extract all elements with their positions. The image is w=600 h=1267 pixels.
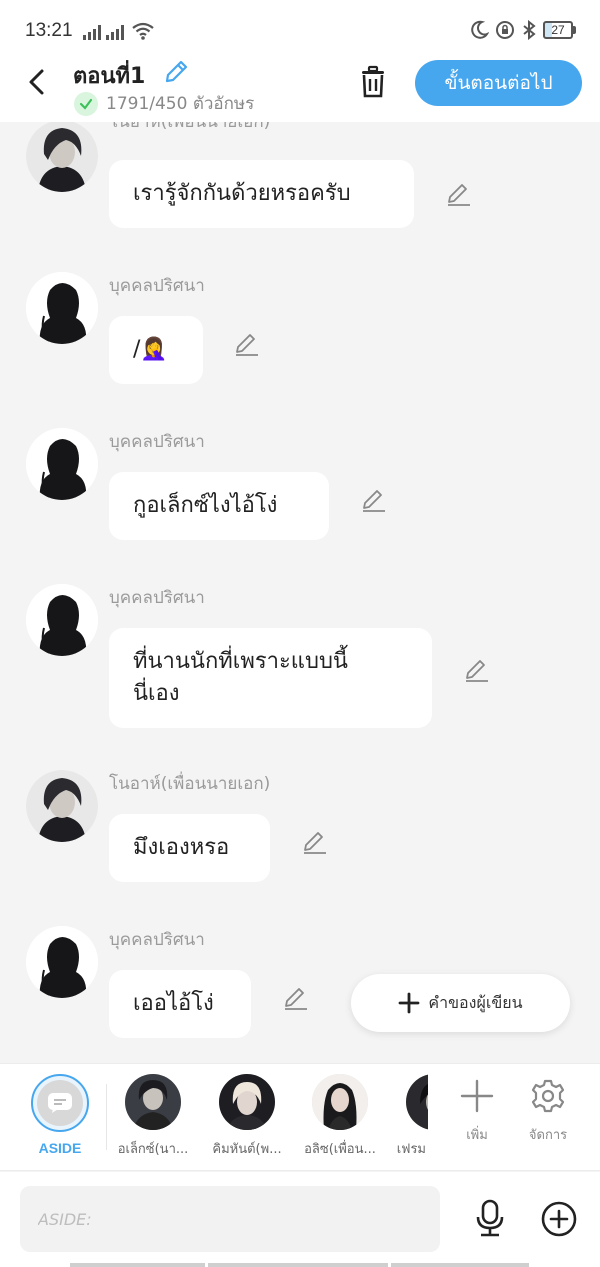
status-time: 13:21 (25, 20, 73, 41)
nav-indicator (208, 1263, 388, 1267)
edit-title-icon[interactable] (162, 58, 190, 86)
character-avatar (312, 1074, 368, 1130)
battery-level: 27 (543, 21, 573, 39)
character-avatar (219, 1074, 275, 1130)
chat-area[interactable]: โนอาห์(เพื่อนนายเอก) เรารู้จักกันด้วยหรอ… (0, 122, 600, 1063)
chat-message: บุคคลปริศนา กูอเล็กซ์ไงไอ้โง่ (0, 426, 600, 546)
message-text: /🤦‍♀️ (133, 337, 168, 362)
avatar-noah[interactable] (26, 122, 98, 192)
avatar-mystery[interactable] (26, 926, 98, 998)
message-text: ที่นานนักที่เพราะแบบนี้ นี่เอง (133, 649, 348, 706)
chat-message: โนอาห์(เพื่อนนายเอก) มึงเองหรอ (0, 768, 600, 888)
message-bubble[interactable]: ที่นานนักที่เพราะแบบนี้ นี่เอง (109, 628, 432, 728)
add-character-button[interactable]: เพิ่ม (447, 1078, 507, 1145)
avatar-mystery[interactable] (26, 272, 98, 344)
speaker-name: โนอาห์(เพื่อนนายเอก) (109, 774, 271, 794)
character-name: อเล็กซ์(นา... (117, 1142, 189, 1157)
author-note-button[interactable]: คำของผู้เขียน (351, 974, 570, 1032)
back-arrow-icon[interactable] (22, 66, 54, 98)
status-bar: 13:21 27 (0, 0, 600, 54)
character-name: เฟรม (396, 1142, 426, 1157)
message-text: กูอเล็กซ์ไงไอ้โง่ (133, 493, 278, 518)
wifi-icon (132, 22, 154, 40)
speaker-name: บุคคลปริศนา (109, 276, 205, 296)
message-text: เรารู้จักกันด้วยหรอครับ (133, 181, 351, 206)
edit-message-icon[interactable] (282, 984, 310, 1012)
message-bubble[interactable]: เออไอ้โง่ (109, 970, 251, 1038)
speaker-name: บุคคลปริศนา (109, 588, 205, 608)
add-circle-icon[interactable] (540, 1200, 578, 1238)
microphone-icon[interactable] (470, 1198, 510, 1238)
manage-label: จัดการ (528, 1128, 568, 1143)
message-text: เออไอ้โง่ (133, 991, 214, 1016)
edit-message-icon[interactable] (233, 330, 261, 358)
character-item[interactable]: อเล็กซ์(นา... (107, 1074, 199, 1159)
header: ตอนที่1 1791/450 ตัวอักษร ขั้นตอนต่อไป (0, 54, 600, 122)
bluetooth-icon (523, 20, 536, 40)
avatar-mystery[interactable] (26, 428, 98, 500)
char-counter: 1791/450 ตัวอักษร (74, 90, 254, 117)
speaker-name: โนอาห์(เพื่อนนายเอก) (109, 122, 271, 132)
page-title: ตอนที่1 (73, 64, 146, 89)
aside-avatar (31, 1074, 89, 1132)
trash-icon[interactable] (355, 64, 391, 100)
message-input[interactable] (20, 1186, 440, 1252)
message-bubble[interactable]: กูอเล็กซ์ไงไอ้โง่ (109, 472, 329, 540)
chat-message: บุคคลปริศนา /🤦‍♀️ (0, 270, 600, 390)
chat-message: โนอาห์(เพื่อนนายเอก) เรารู้จักกันด้วยหรอ… (0, 122, 600, 240)
signal-icon (106, 25, 124, 40)
speaker-name: บุคคลปริศนา (109, 432, 205, 452)
signal-icon (83, 25, 101, 40)
chat-bubble-icon (48, 1093, 72, 1113)
nav-indicator (70, 1263, 205, 1267)
character-bar: ASIDE อเล็กซ์(นา... คิมหันต์(พ... อลิซ(เ… (0, 1063, 600, 1171)
edit-message-icon[interactable] (445, 180, 473, 208)
battery-icon: 27 (543, 21, 576, 39)
character-item[interactable]: คิมหันต์(พ... (201, 1074, 293, 1159)
nav-indicator (391, 1263, 529, 1267)
speaker-name: บุคคลปริศนา (109, 930, 205, 950)
plus-icon (460, 1079, 494, 1113)
edit-message-icon[interactable] (360, 486, 388, 514)
character-avatar (125, 1074, 181, 1130)
chat-message: บุคคลปริศนา ที่นานนักที่เพราะแบบนี้ นี่เ… (0, 582, 600, 742)
input-bar (0, 1172, 600, 1267)
character-name: คิมหันต์(พ... (212, 1142, 282, 1157)
character-item[interactable]: เฟรม (364, 1074, 428, 1159)
edit-message-icon[interactable] (463, 656, 491, 684)
avatar-noah[interactable] (26, 770, 98, 842)
next-step-button[interactable]: ขั้นตอนต่อไป (415, 60, 582, 106)
message-bubble[interactable]: เรารู้จักกันด้วยหรอครับ (109, 160, 414, 228)
char-counter-text: 1791/450 ตัวอักษร (106, 94, 255, 114)
manage-characters-button[interactable]: จัดการ (518, 1078, 578, 1145)
avatar-mystery[interactable] (26, 584, 98, 656)
status-icons: 27 (469, 20, 576, 40)
aside-label: ASIDE (38, 1140, 82, 1156)
gear-icon (531, 1079, 565, 1113)
moon-icon (471, 20, 489, 39)
edit-message-icon[interactable] (301, 828, 329, 856)
message-text: มึงเองหรอ (133, 835, 230, 860)
message-bubble[interactable]: มึงเองหรอ (109, 814, 270, 882)
check-icon (74, 91, 98, 116)
lock-rotation-icon (496, 21, 514, 39)
add-label: เพิ่ม (466, 1128, 488, 1143)
character-aside[interactable]: ASIDE (14, 1074, 106, 1156)
character-avatar (406, 1074, 428, 1130)
plus-icon (399, 992, 420, 1014)
message-bubble[interactable]: /🤦‍♀️ (109, 316, 203, 384)
author-note-label: คำของผู้เขียน (428, 992, 523, 1012)
